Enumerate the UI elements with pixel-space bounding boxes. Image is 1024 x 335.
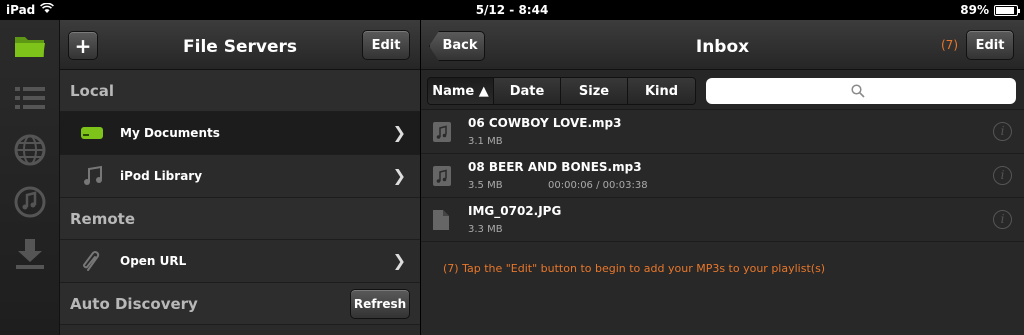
sort-segmented-control: Name ▲ Date Size Kind [427, 77, 696, 105]
list-icon[interactable] [12, 80, 48, 116]
globe-icon[interactable] [12, 132, 48, 168]
info-icon[interactable]: i [993, 210, 1012, 229]
file-name: 08 BEER AND BONES.mp3 [468, 160, 642, 174]
auto-discovery-label: Auto Discovery [70, 295, 198, 313]
music-file-icon [433, 122, 451, 142]
hard-drive-icon [80, 122, 104, 144]
status-bar: iPad 5/12 - 8:44 89% [0, 0, 1024, 20]
file-size: 3.5 MB [468, 180, 503, 191]
battery-icon [994, 4, 1020, 16]
music-note-icon [80, 165, 104, 187]
file-row[interactable]: 08 BEER AND BONES.mp3 3.5 MB 00:00:06 / … [421, 154, 1024, 198]
inbox-header: Back Inbox (7) Edit [421, 20, 1024, 70]
sort-size-tab[interactable]: Size [561, 78, 628, 104]
file-size: 3.1 MB [468, 136, 503, 147]
info-icon[interactable]: i [993, 122, 1012, 141]
inbox-title: Inbox [695, 37, 750, 57]
refresh-button[interactable]: Refresh [350, 289, 410, 319]
chevron-right-icon: ❯ [392, 166, 406, 185]
inbox-count: (7) [941, 38, 958, 52]
info-icon[interactable]: i [993, 166, 1012, 185]
download-icon[interactable] [12, 236, 48, 272]
link-icon [80, 250, 104, 272]
file-servers-header: + File Servers Edit [60, 20, 420, 70]
edit-inbox-button[interactable]: Edit [966, 30, 1014, 60]
file-name: 06 COWBOY LOVE.mp3 [468, 116, 622, 130]
status-time: 5/12 - 8:44 [475, 3, 549, 17]
section-auto-discovery: Auto Discovery Refresh [60, 283, 420, 325]
file-row[interactable]: IMG_0702.JPG 3.3 MB i [421, 198, 1024, 242]
sort-date-tab[interactable]: Date [494, 78, 561, 104]
open-url-label: Open URL [120, 254, 187, 268]
open-url-item[interactable]: Open URL ❯ [60, 240, 420, 283]
folder-icon[interactable] [12, 28, 48, 64]
file-name: IMG_0702.JPG [468, 204, 562, 218]
search-icon [851, 83, 865, 102]
music-icon[interactable] [12, 184, 48, 220]
my-documents-label: My Documents [120, 126, 220, 140]
file-size: 3.3 MB [468, 224, 503, 235]
music-file-icon [433, 166, 451, 186]
icon-rail [0, 20, 60, 335]
playback-time: 00:00:06 / 00:03:38 [548, 180, 648, 191]
search-input[interactable] [706, 78, 1016, 104]
edit-servers-button[interactable]: Edit [362, 30, 410, 60]
sort-kind-tab[interactable]: Kind [628, 78, 695, 104]
sort-toolbar: Name ▲ Date Size Kind [421, 70, 1024, 110]
chevron-right-icon: ❯ [392, 123, 406, 142]
file-list: 06 COWBOY LOVE.mp3 3.1 MB i 08 BEER AND … [421, 110, 1024, 242]
ipod-library-item[interactable]: iPod Library ❯ [60, 155, 420, 198]
section-local: Local [60, 70, 420, 112]
hint-text: (7) Tap the "Edit" button to begin to ad… [443, 262, 826, 275]
sort-name-tab[interactable]: Name ▲ [428, 78, 494, 104]
section-remote: Remote [60, 198, 420, 240]
chevron-right-icon: ❯ [392, 251, 406, 270]
battery-percent: 89% [960, 3, 989, 17]
ipod-library-label: iPod Library [120, 169, 203, 183]
document-icon [433, 210, 451, 230]
file-row[interactable]: 06 COWBOY LOVE.mp3 3.1 MB i [421, 110, 1024, 154]
my-documents-item[interactable]: My Documents ❯ [60, 112, 420, 155]
file-servers-panel: + File Servers Edit Local My Documents ❯… [60, 20, 420, 335]
inbox-panel: Back Inbox (7) Edit Name ▲ Date Size Kin… [421, 20, 1024, 335]
